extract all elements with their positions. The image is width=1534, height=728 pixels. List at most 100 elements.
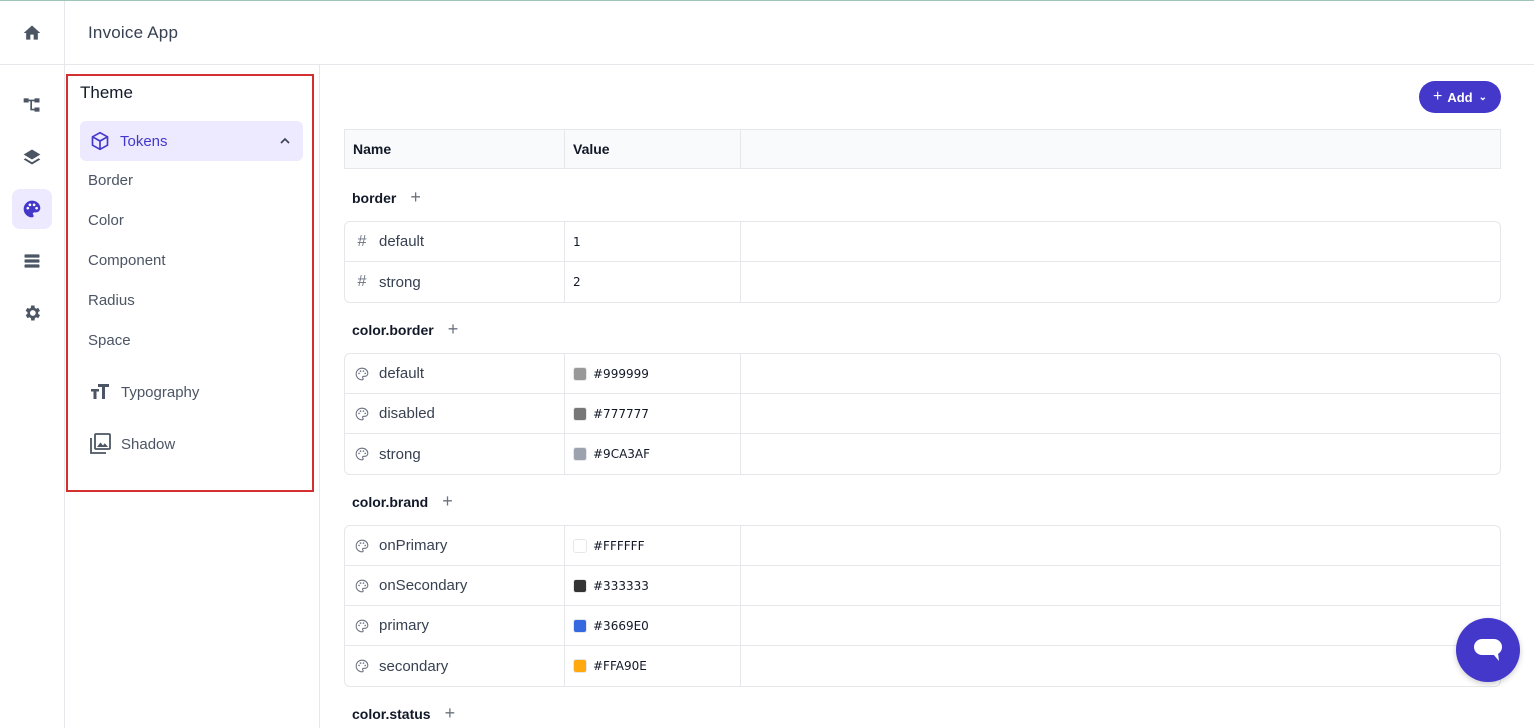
main-content: + Add ⌄ Name Value border + # default 1 # stro… [321, 65, 1534, 728]
palette-icon [355, 407, 369, 421]
color-swatch[interactable] [573, 538, 587, 553]
table-row[interactable]: default #999999 [345, 354, 1500, 394]
table-row[interactable]: primary #3669E0 [345, 606, 1500, 646]
group-title: border + [352, 187, 421, 208]
theme-title: Theme [80, 83, 133, 102]
sidebar-item-space[interactable]: Space [88, 332, 131, 349]
table-row[interactable]: onPrimary #FFFFFF [345, 526, 1500, 566]
rail-theme-button[interactable] [12, 189, 52, 229]
token-name-cell: default [345, 354, 565, 393]
app-header: Invoice App [65, 1, 1534, 65]
token-value: #3669E0 [593, 618, 649, 633]
add-token-plus-icon[interactable]: + [410, 187, 421, 208]
token-name-cell: disabled [345, 394, 565, 433]
home-icon [23, 25, 41, 40]
token-value: 1 [573, 234, 581, 249]
palette-icon [355, 367, 369, 381]
icon-rail [0, 1, 65, 728]
sidebar-item-tokens[interactable]: Tokens [80, 121, 303, 161]
add-token-plus-icon[interactable]: + [448, 319, 459, 340]
flow-icon [23, 98, 40, 112]
column-header-value: Value [565, 130, 741, 168]
token-name-cell: onPrimary [345, 526, 565, 565]
palette-icon [355, 539, 369, 553]
palette-icon [355, 579, 369, 593]
hash-icon: # [357, 273, 367, 290]
token-value-cell[interactable]: #3669E0 [565, 606, 741, 645]
table-row[interactable]: # default 1 [345, 222, 1500, 262]
table-row[interactable]: secondary #FFA90E [345, 646, 1500, 686]
color-swatch[interactable] [573, 447, 587, 461]
rail-settings-button[interactable] [12, 293, 52, 333]
token-name: disabled [379, 405, 435, 422]
sidebar-item-color[interactable]: Color [88, 212, 124, 229]
token-value-cell[interactable]: #9CA3AF [565, 434, 741, 474]
group-title-label: color.status [352, 705, 431, 722]
token-name: primary [379, 617, 430, 634]
token-value: #777777 [593, 406, 649, 421]
sidebar-item-typography[interactable]: Typography [88, 380, 199, 404]
token-value-cell[interactable]: #777777 [565, 394, 741, 433]
chat-button[interactable] [1456, 618, 1520, 682]
color-swatch[interactable] [573, 578, 587, 593]
table-row[interactable]: strong #9CA3AF [345, 434, 1500, 474]
token-name-cell: primary [345, 606, 565, 645]
group-title-label: border [352, 189, 397, 206]
token-value: 2 [573, 275, 581, 289]
token-name-cell: # default [345, 222, 565, 261]
token-extra-cell [741, 606, 1500, 645]
column-header-empty [741, 130, 1500, 168]
token-value-cell[interactable]: #FFA90E [565, 646, 741, 686]
color-swatch[interactable] [573, 366, 587, 381]
token-value-cell[interactable]: #999999 [565, 354, 741, 393]
color-swatch[interactable] [573, 406, 587, 421]
home-button[interactable] [0, 1, 64, 65]
token-name: onSecondary [379, 577, 468, 594]
group-table: default #999999 disabled #777777 strong #9CA3… [344, 353, 1501, 475]
token-extra-cell [741, 566, 1500, 605]
rail-layers-button[interactable] [12, 137, 52, 177]
token-value-cell[interactable]: #FFFFFF [565, 526, 741, 565]
palette-icon [355, 447, 369, 461]
table-header: Name Value [344, 129, 1501, 169]
token-extra-cell [741, 526, 1500, 565]
add-button[interactable]: + Add ⌄ [1419, 81, 1501, 113]
token-value-cell[interactable]: 1 [565, 222, 741, 261]
color-swatch[interactable] [573, 659, 587, 673]
token-name: secondary [379, 657, 449, 675]
sidebar-item-component[interactable]: Component [88, 252, 166, 269]
cube-icon [91, 131, 109, 151]
rail-list-button[interactable] [12, 241, 52, 281]
sidebar-item-radius[interactable]: Radius [88, 292, 135, 309]
token-value: #FFFFFF [593, 538, 645, 553]
token-name: default [379, 233, 425, 250]
table-row[interactable]: # strong 2 [345, 262, 1500, 302]
token-value-cell[interactable]: 2 [565, 262, 741, 302]
sidebar-item-shadow[interactable]: Shadow [88, 432, 175, 456]
sidebar-item-border[interactable]: Border [88, 172, 133, 189]
column-header-name: Name [345, 130, 565, 168]
token-value: #FFA90E [593, 659, 647, 673]
sidebar-item-typography-label: Typography [121, 383, 200, 401]
chevron-up-icon[interactable] [277, 133, 293, 149]
token-value: #999999 [593, 366, 649, 381]
chat-icon [1474, 639, 1502, 661]
rail-flow-button[interactable] [12, 85, 52, 125]
token-extra-cell [741, 394, 1500, 433]
table-row[interactable]: onSecondary #333333 [345, 566, 1500, 606]
token-extra-cell [741, 646, 1500, 686]
token-extra-cell [741, 222, 1500, 261]
token-extra-cell [741, 354, 1500, 393]
token-name-cell: secondary [345, 646, 565, 686]
gear-icon [25, 305, 40, 321]
hash-icon: # [357, 232, 367, 250]
text-size-icon [91, 384, 109, 399]
color-swatch[interactable] [573, 618, 587, 633]
add-token-plus-icon[interactable]: + [445, 703, 456, 724]
palette-icon [355, 659, 369, 673]
add-token-plus-icon[interactable]: + [442, 491, 453, 512]
token-value-cell[interactable]: #333333 [565, 566, 741, 605]
table-row[interactable]: disabled #777777 [345, 394, 1500, 434]
group-title-label: color.border [352, 321, 434, 338]
group-title: color.status + [352, 703, 455, 724]
